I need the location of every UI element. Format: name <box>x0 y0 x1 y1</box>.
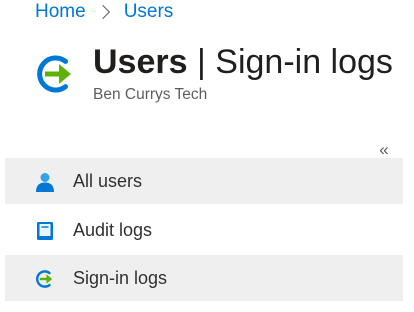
page-title-blade: Sign-in logs <box>215 43 393 81</box>
breadcrumb: Home Users <box>35 0 173 24</box>
sidebar-item-label: Sign-in logs <box>73 267 168 288</box>
user-icon <box>36 173 54 192</box>
chevron-right-icon <box>95 4 110 20</box>
sidebar-item-label: All users <box>73 170 143 191</box>
page-title-section: Users <box>93 43 188 81</box>
sidebar-item-sign-in-logs[interactable]: Sign-in logs <box>5 255 403 301</box>
collapse-menu-button[interactable]: « <box>374 140 394 160</box>
breadcrumb-home-link[interactable]: Home <box>35 1 86 23</box>
page-title: Users | Sign-in logs <box>93 40 393 84</box>
sign-in-arrow-icon <box>36 270 53 288</box>
sidebar-item-label: Audit logs <box>73 219 153 240</box>
sign-in-arrow-icon <box>37 55 71 93</box>
book-icon <box>37 222 53 240</box>
tenant-name: Ben Currys Tech <box>93 86 208 103</box>
sidebar-item-audit-logs[interactable]: Audit logs <box>5 207 403 253</box>
page-title-separator: | <box>196 43 206 81</box>
sidebar-item-all-users[interactable]: All users <box>5 158 403 204</box>
breadcrumb-users-link[interactable]: Users <box>124 1 174 23</box>
users-blade: Home Users Users | Sign-in logs Ben Curr… <box>0 0 414 312</box>
